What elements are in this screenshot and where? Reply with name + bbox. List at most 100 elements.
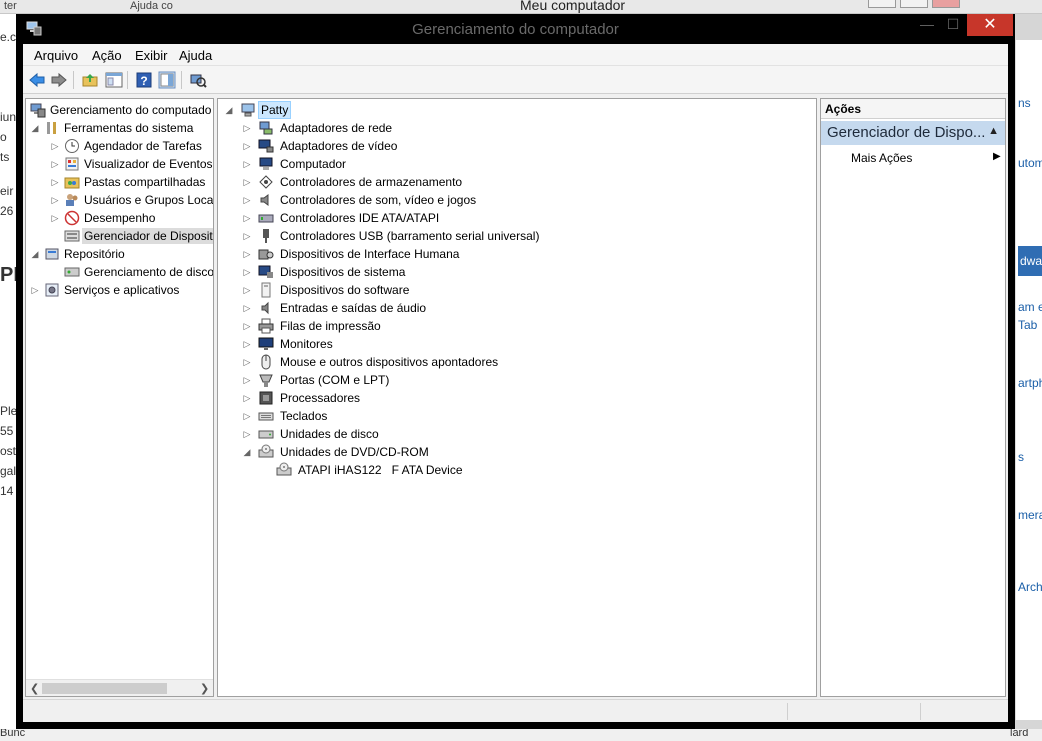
device-category[interactable]: ▷ Teclados	[242, 407, 742, 425]
no-expander[interactable]	[50, 264, 60, 280]
device-category[interactable]: ▷ Portas (COM e LPT)	[242, 371, 742, 389]
back-arrow-icon[interactable]	[28, 71, 46, 89]
background-tab[interactable]: ter	[0, 0, 21, 13]
tree-item[interactable]: Gerenciamento de disco	[50, 263, 213, 281]
show-hide-tree-icon[interactable]	[105, 71, 123, 89]
close-button[interactable]: ✕	[967, 14, 1013, 36]
expand-icon[interactable]: ▷	[30, 282, 40, 298]
collapse-icon[interactable]: ◢	[242, 444, 252, 460]
tree-item[interactable]: ▷ Serviços e aplicativos	[30, 281, 213, 299]
menu-acao[interactable]: Ação	[92, 48, 122, 63]
expand-icon[interactable]: ▷	[242, 390, 252, 406]
show-hide-action-pane-icon[interactable]	[158, 71, 176, 89]
expand-icon[interactable]: ▷	[242, 300, 252, 316]
tree-item[interactable]: ▷ Desempenho	[50, 209, 213, 227]
tree-item[interactable]: ▷ Usuários e Grupos Loca	[50, 191, 213, 209]
navigation-tree-pane[interactable]: Gerenciamento do computado ◢ Ferramentas …	[25, 98, 214, 697]
scan-hardware-icon[interactable]	[189, 71, 207, 89]
device-item[interactable]: ATAPI iHAS122 F ATA Device	[276, 461, 576, 479]
device-category-label: Mouse e outros dispositivos apontadores	[280, 355, 499, 369]
expand-icon[interactable]: ▷	[242, 372, 252, 388]
background-maximize-button[interactable]	[900, 0, 928, 8]
expand-icon[interactable]: ▷	[50, 156, 60, 172]
menu-arquivo[interactable]: Arquivo	[34, 48, 78, 63]
expand-icon[interactable]: ▷	[242, 318, 252, 334]
tree-item[interactable]: ▷ Pastas compartilhadas	[50, 173, 213, 191]
device-category[interactable]: ▷ Dispositivos de sistema	[242, 263, 742, 281]
collapse-icon[interactable]: ◢	[30, 246, 40, 262]
no-expander[interactable]	[50, 228, 60, 244]
tree-item[interactable]: ◢ Ferramentas do sistema	[30, 119, 213, 137]
expand-icon[interactable]: ▷	[242, 210, 252, 226]
expand-icon[interactable]: ▷	[50, 192, 60, 208]
device-list-pane[interactable]: ◢ Patty ▷ Adaptadores de rede ▷ Adaptadores…	[217, 98, 817, 697]
scroll-right-icon[interactable]: ❯	[200, 682, 209, 695]
device-category[interactable]: ▷ Dispositivos de Interface Humana	[242, 245, 742, 263]
expand-icon[interactable]: ▷	[50, 210, 60, 226]
expand-icon[interactable]: ▷	[242, 228, 252, 244]
expand-icon[interactable]: ▷	[242, 282, 252, 298]
device-category[interactable]: ▷ Adaptadores de rede	[242, 119, 742, 137]
title-bar[interactable]: Gerenciamento do computador — ☐ ✕	[16, 14, 1015, 44]
tree-root[interactable]: Gerenciamento do computado	[28, 101, 213, 119]
device-category[interactable]: ▷ Mouse e outros dispositivos apontadores	[242, 353, 742, 371]
expand-icon[interactable]: ▷	[242, 264, 252, 280]
background-close-button[interactable]	[932, 0, 960, 8]
menu-ajuda[interactable]: Ajuda	[179, 48, 212, 63]
collapse-section-icon[interactable]: ▲	[988, 125, 999, 137]
device-category[interactable]: ◢ Unidades de DVD/CD-ROM	[242, 443, 742, 461]
expand-icon[interactable]: ▷	[242, 120, 252, 136]
horizontal-scrollbar[interactable]: ❮ ❯	[26, 679, 213, 696]
scroll-left-icon[interactable]: ❮	[30, 682, 39, 695]
more-actions-item[interactable]: Mais Ações	[851, 151, 912, 165]
expand-icon[interactable]: ▷	[242, 174, 252, 190]
up-folder-icon[interactable]	[81, 71, 99, 89]
forward-arrow-icon[interactable]	[50, 71, 68, 89]
background-text: lard	[1010, 729, 1029, 739]
actions-section-device-manager[interactable]: Gerenciador de Dispo... ▲	[821, 121, 1005, 145]
device-category[interactable]: ▷ Controladores USB (barramento serial un…	[242, 227, 742, 245]
expand-icon[interactable]: ▷	[242, 138, 252, 154]
tree-item-label: Desempenho	[84, 211, 156, 225]
collapse-icon[interactable]: ◢	[224, 102, 234, 118]
sound-icon	[258, 192, 274, 208]
background-tab[interactable]: Ajuda co	[126, 0, 177, 13]
device-category-label: Processadores	[280, 391, 361, 405]
device-category[interactable]: ▷ Controladores de som, vídeo e jogos	[242, 191, 742, 209]
device-category-label: Controladores USB (barramento serial uni…	[280, 229, 540, 243]
tree-item[interactable]: Gerenciador de Disposit	[50, 227, 213, 245]
expand-icon[interactable]: ▷	[242, 192, 252, 208]
device-category[interactable]: ▷ Monitores	[242, 335, 742, 353]
device-category[interactable]: ▷ Controladores IDE ATA/ATAPI	[242, 209, 742, 227]
minimize-button[interactable]: —	[913, 14, 941, 36]
device-category[interactable]: ▷ Adaptadores de vídeo	[242, 137, 742, 155]
device-category[interactable]: ▷ Dispositivos do software	[242, 281, 742, 299]
background-minimize-button[interactable]	[868, 0, 896, 8]
tree-item[interactable]: ▷ Visualizador de Eventos	[50, 155, 213, 173]
expand-icon[interactable]: ▷	[242, 354, 252, 370]
background-text: am e	[1018, 300, 1042, 314]
device-category[interactable]: ▷ Controladores de armazenamento	[242, 173, 742, 191]
device-root[interactable]: ◢ Patty	[222, 101, 342, 119]
background-text: o	[0, 130, 7, 144]
device-category[interactable]: ▷ Computador	[242, 155, 742, 173]
menu-bar: Arquivo Ação Exibir Ajuda	[23, 44, 1008, 66]
expand-icon[interactable]: ▷	[242, 408, 252, 424]
menu-exibir[interactable]: Exibir	[135, 48, 168, 63]
expand-icon[interactable]: ▷	[242, 426, 252, 442]
expand-icon[interactable]: ▷	[242, 336, 252, 352]
device-category[interactable]: ▷ Filas de impressão	[242, 317, 742, 335]
help-icon[interactable]: ?	[135, 71, 153, 89]
collapse-icon[interactable]: ◢	[30, 120, 40, 136]
device-category[interactable]: ▷ Processadores	[242, 389, 742, 407]
device-category[interactable]: ▷ Unidades de disco	[242, 425, 742, 443]
expand-icon[interactable]: ▷	[50, 138, 60, 154]
device-category[interactable]: ▷ Entradas e saídas de áudio	[242, 299, 742, 317]
scroll-thumb[interactable]	[42, 683, 167, 694]
maximize-button[interactable]: ☐	[939, 14, 967, 36]
tree-item[interactable]: ▷ Agendador de Tarefas	[50, 137, 213, 155]
expand-icon[interactable]: ▷	[50, 174, 60, 190]
expand-icon[interactable]: ▷	[242, 156, 252, 172]
expand-icon[interactable]: ▷	[242, 246, 252, 262]
tree-item[interactable]: ◢ Repositório	[30, 245, 213, 263]
